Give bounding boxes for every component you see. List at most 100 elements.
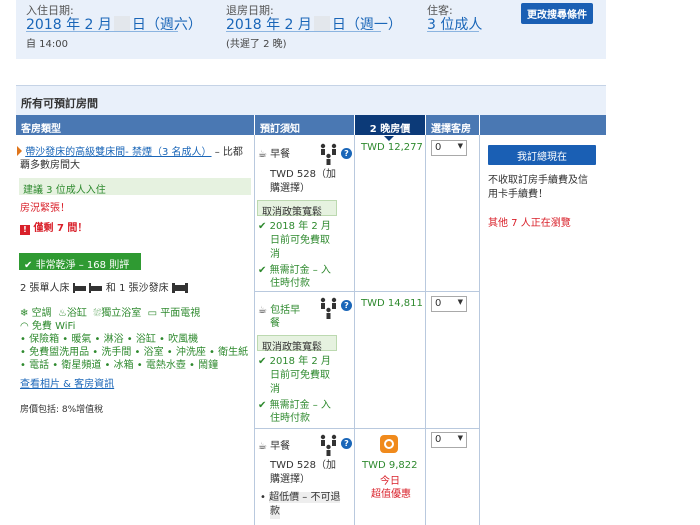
- option3-qty-value: 0: [435, 434, 442, 445]
- bed-info: 2 張單人床 和 1 張沙發床: [20, 282, 188, 298]
- occupancy-icon: [318, 434, 340, 460]
- fee-note-1: 不收取訂房手續費及信: [488, 175, 588, 186]
- amenity-bathtub: 浴缸: [66, 308, 87, 319]
- option2-price: TWD 14,811: [361, 298, 423, 309]
- grid-line: [255, 428, 479, 429]
- grid-line: [354, 135, 355, 525]
- header-price: 2 晚房價: [355, 115, 425, 135]
- option1-deposit: ✔ 無需訂金 – 入: [258, 264, 331, 278]
- reserve-now-button[interactable]: 我訂總現在: [488, 145, 596, 165]
- option1-policy-button[interactable]: 取消政策寬鬆: [257, 200, 337, 218]
- option2-qty-select[interactable]: 0 ▼: [431, 296, 467, 312]
- option1-qty-value: 0: [435, 142, 442, 153]
- caret-down-icon: ▼: [457, 142, 463, 150]
- snowflake-icon: ❄: [20, 308, 29, 319]
- thumbs-up-icon: ✔: [24, 260, 33, 271]
- amenity-list-1: • 保險箱 • 暖氣 • 淋浴 • 浴缸 • 吹風機: [20, 334, 199, 345]
- option3-note: • 超低價 – 不可退: [260, 491, 341, 505]
- coffee-cup-icon: ☕: [258, 441, 267, 452]
- checkout-underline: [226, 31, 381, 32]
- available-rooms-title: 所有可預訂房間: [16, 85, 606, 115]
- check-icon: ✔: [258, 265, 267, 276]
- beds-single: 2 張單人床: [20, 283, 70, 294]
- bed-icon: [72, 283, 103, 298]
- recommend-bar: 建議 3 位成人入住: [19, 178, 251, 196]
- option2-cancel-1: 2018 年 2 月: [269, 356, 331, 367]
- option1-deposit-1: 無需訂金 – 入: [269, 265, 331, 276]
- option2-meal-2: 餐: [270, 318, 280, 329]
- hot-availability: 房況緊張！: [20, 203, 70, 214]
- viewing-now: 其他 7 人正在瀏覽: [488, 218, 571, 229]
- nights-note: (共遲了 2 晚): [226, 39, 287, 50]
- checkin-time: 自 14:00: [26, 39, 68, 50]
- fee-note-2: 用卡手續費！: [488, 189, 548, 200]
- option1-meal: ☕ 早餐: [258, 148, 290, 162]
- option3-meal-text: 早餐: [270, 441, 291, 452]
- beds-sofa: 和 1 張沙發床: [105, 283, 169, 294]
- option3-meal-price-1: TWD 528（加: [270, 460, 336, 471]
- alert-icon: !: [20, 225, 30, 235]
- price-includes: 房價包括: 8%增值稅: [20, 405, 104, 415]
- option1-meal-text: 早餐: [270, 149, 291, 160]
- option1-deposit-2: 住時付款: [270, 278, 310, 289]
- option2-qty-value: 0: [435, 298, 442, 309]
- option3-deal-1: 今日: [380, 476, 400, 487]
- bullet: •: [260, 492, 266, 503]
- room-name-link[interactable]: 帶沙發床的高級雙床間- 禁煙（3 名成人）: [25, 147, 211, 158]
- help-icon[interactable]: ?: [341, 300, 352, 311]
- check-icon: ✔: [258, 221, 267, 232]
- sofa-icon: [171, 283, 188, 298]
- amenity-list-2: • 免費盥洗用品 • 洗手間 • 浴室 • 沖洗座 • 衛生紙: [20, 347, 249, 358]
- room-name[interactable]: 帶沙發床的高級雙床間- 禁煙（3 名成人） – 比都: [17, 146, 253, 160]
- header-notes: 預訂須知: [255, 115, 354, 135]
- amenity-list-3: • 電話 • 衛星頻道 • 冰箱 • 電熱水壺 • 鬧鐘: [20, 360, 219, 371]
- grid-line: [479, 135, 480, 525]
- amenity-wifi-text: 免費 WiFi: [31, 321, 76, 332]
- option2-deposit: ✔ 無需訂金 – 入: [258, 399, 331, 413]
- clean-badge: ✔ 非常乾淨 – 168 則評語: [19, 253, 141, 286]
- amenity-ac: 空調: [31, 308, 52, 319]
- option1-qty-select[interactable]: 0 ▼: [431, 140, 467, 156]
- grid-line: [425, 135, 426, 525]
- option1-meal-price-1: TWD 528（加: [270, 169, 336, 180]
- caret-down-icon: ▼: [457, 434, 463, 442]
- option2-deposit-2: 住時付款: [270, 413, 310, 424]
- check-icon: ✔: [258, 356, 267, 367]
- option2-cancel-3: 消: [270, 384, 280, 395]
- help-icon[interactable]: ?: [341, 148, 352, 159]
- option2-deposit-1: 無需訂金 – 入: [269, 400, 331, 411]
- checkin-day-placeholder: [113, 16, 130, 32]
- only-left: ! 僅剩 7 間！: [20, 222, 87, 236]
- grid-line: [255, 291, 479, 292]
- amenity-tv: 平面電視: [160, 308, 201, 319]
- header-blank: [480, 115, 606, 135]
- option1-cancel: ✔ 2018 年 2 月: [258, 220, 331, 234]
- bathtub-icon: ♨: [57, 308, 67, 319]
- update-search-button[interactable]: 更改搜尋條件: [521, 3, 593, 24]
- option2-policy-button[interactable]: 取消政策寬鬆: [257, 335, 337, 353]
- option2-cancel-2: 日前可免費取: [270, 370, 330, 381]
- option3-meal: ☕ 早餐: [258, 440, 290, 454]
- tv-icon: ▭: [147, 308, 158, 319]
- occupancy-icon: [318, 143, 340, 169]
- option3-price: TWD 9,822: [362, 460, 418, 471]
- room-name-suffix: – 比都: [214, 147, 243, 158]
- checkin-underline: [26, 31, 178, 32]
- option3-qty-select[interactable]: 0 ▼: [431, 432, 467, 448]
- option2-cancel: ✔ 2018 年 2 月: [258, 355, 331, 369]
- only-left-text: 僅剩 7 間！: [33, 223, 88, 234]
- option3-meal-price-2: 購選擇）: [270, 474, 310, 485]
- caret-down-icon: ▼: [457, 298, 463, 306]
- occupancy-icon: [318, 297, 340, 323]
- option1-meal-price-2: 購選擇）: [270, 183, 310, 194]
- option3-note-1: 超低價 – 不可退: [269, 492, 341, 503]
- option1-cancel-1: 2018 年 2 月: [269, 221, 331, 232]
- checkout-day-placeholder: [313, 16, 330, 32]
- option2-meal-1: 包括早: [270, 305, 301, 316]
- photos-link[interactable]: 查看相片 & 客房資訊: [20, 378, 114, 392]
- coffee-cup-icon: ☕: [258, 305, 267, 316]
- help-icon[interactable]: ?: [341, 438, 352, 449]
- option1-price: TWD 12,277: [361, 142, 423, 153]
- caret-right-icon: [17, 146, 22, 156]
- wifi-icon: ◠: [20, 321, 29, 332]
